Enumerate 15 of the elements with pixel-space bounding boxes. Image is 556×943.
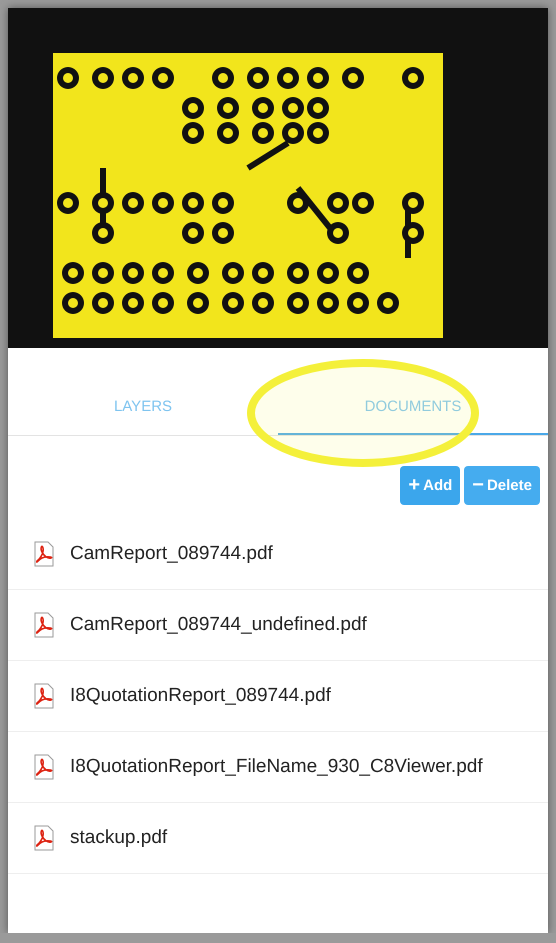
pdf-file-icon	[32, 541, 56, 567]
document-row[interactable]: stackup.pdf	[8, 803, 548, 874]
document-row[interactable]: I8QuotationReport_089744.pdf	[8, 661, 548, 732]
file-name: I8QuotationReport_089744.pdf	[70, 685, 331, 707]
document-row[interactable]: CamReport_089744_undefined.pdf	[8, 590, 548, 661]
file-name: stackup.pdf	[70, 827, 168, 849]
pdf-file-icon	[32, 825, 56, 851]
pdf-file-icon	[32, 683, 56, 709]
pdf-file-icon	[32, 754, 56, 780]
file-name: CamReport_089744_undefined.pdf	[70, 614, 367, 636]
file-name: I8QuotationReport_FileName_930_C8Viewer.pdf	[70, 756, 483, 778]
document-row[interactable]: I8QuotationReport_FileName_930_C8Viewer.pdf	[8, 732, 548, 803]
document-row[interactable]: CamReport_089744.pdf	[8, 519, 548, 590]
file-name: CamReport_089744.pdf	[70, 543, 273, 565]
pdf-file-icon	[32, 612, 56, 638]
